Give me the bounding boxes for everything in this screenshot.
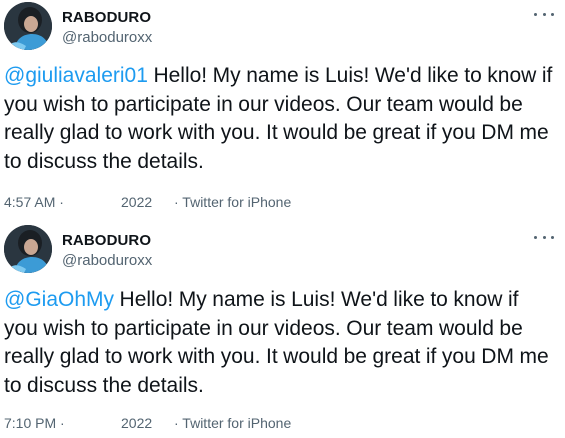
more-horizontal-icon[interactable] xyxy=(531,4,557,24)
author-name[interactable]: RABODURO xyxy=(62,9,151,26)
tweet-source[interactable]: · Twitter for iPhone xyxy=(174,415,291,431)
tweet-text: @giuliavaleri01 Hello! My name is Luis! … xyxy=(4,62,556,176)
author-handle[interactable]: @raboduroxx xyxy=(62,252,152,269)
tweet-date[interactable]: 2022 xyxy=(121,194,152,210)
avatar[interactable] xyxy=(4,225,52,273)
mention-link[interactable]: @GiaOhMy xyxy=(4,288,114,311)
tweet-text: @GiaOhMy Hello! My name is Luis! We'd li… xyxy=(4,286,556,400)
author-name[interactable]: RABODURO xyxy=(62,232,151,249)
tweet[interactable]: RABODURO @raboduroxx @giuliavaleri01 Hel… xyxy=(0,0,565,219)
avatar[interactable] xyxy=(4,2,52,50)
tweet[interactable]: RABODURO @raboduroxx @GiaOhMy Hello! My … xyxy=(0,219,565,438)
mention-link[interactable]: @giuliavaleri01 xyxy=(4,64,148,87)
author-handle[interactable]: @raboduroxx xyxy=(62,29,152,46)
tweet-source[interactable]: · Twitter for iPhone xyxy=(174,194,291,210)
tweet-time[interactable]: 7:10 PM · xyxy=(4,415,65,431)
more-horizontal-icon[interactable] xyxy=(531,227,557,247)
tweet-date[interactable]: 2022 xyxy=(121,415,152,431)
tweet-time[interactable]: 4:57 AM · xyxy=(4,194,64,210)
